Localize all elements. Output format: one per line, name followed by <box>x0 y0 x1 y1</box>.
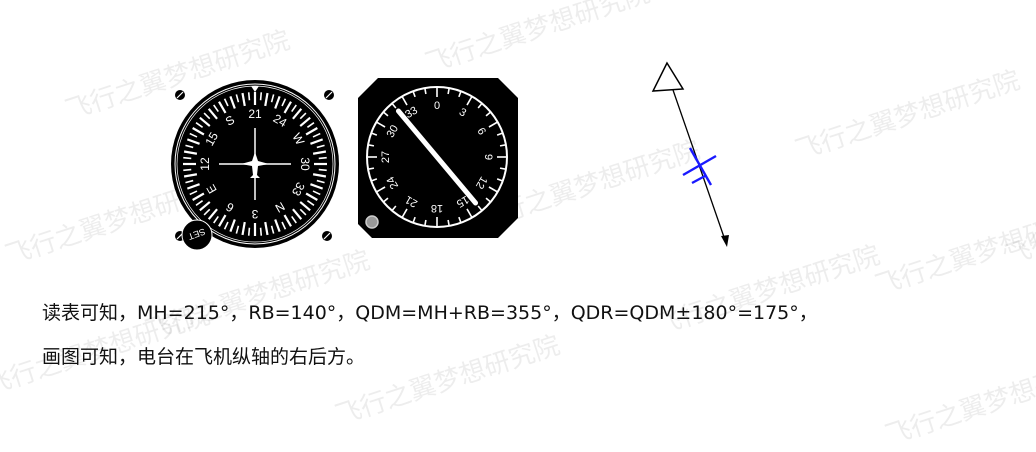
compass-label: 12 <box>198 157 212 171</box>
rmi-tick <box>424 87 427 95</box>
rmi-tick <box>447 219 450 227</box>
compass-label: 30 <box>298 157 312 171</box>
rmi-label: 9 <box>482 154 494 160</box>
rmi-label: 0 <box>434 100 440 112</box>
explanation-line-2: 画图可知，电台在飞机纵轴的右后方。 <box>42 346 366 368</box>
arrowhead-icon <box>721 235 729 247</box>
compass-tick <box>259 227 263 236</box>
compass-tick <box>318 168 327 172</box>
rmi-tick <box>447 87 450 95</box>
compass-tick <box>318 156 327 160</box>
compass-label: 21 <box>248 107 262 121</box>
rmi-label: 27 <box>380 151 392 163</box>
rmi-tick <box>499 167 507 170</box>
compass-tick <box>247 92 251 101</box>
aircraft-icon <box>682 147 717 186</box>
compass-card-indicator: 21 24W3033N36E1215SSET <box>171 80 339 251</box>
compass-label: 3 <box>251 207 258 221</box>
explanation-line-1: 读表可知，MH=215°，RB=140°，QDM=MH+RB=355°，QDR=… <box>42 302 818 324</box>
compass-tick <box>247 227 251 236</box>
bearing-sketch <box>651 61 729 247</box>
rmi-tick <box>367 144 375 147</box>
station-triangle-icon <box>651 61 685 92</box>
compass-tick <box>183 168 192 172</box>
compass-tick <box>183 156 192 160</box>
rmi-label: 18 <box>431 202 443 214</box>
rmi-tick <box>499 144 507 147</box>
compass-tick <box>259 92 263 101</box>
rmi-tick <box>424 219 427 227</box>
rmi-tick <box>367 167 375 170</box>
rmi-indicator-light <box>365 215 379 229</box>
radio-magnetic-indicator: 03691215182124273033 <box>358 78 518 238</box>
